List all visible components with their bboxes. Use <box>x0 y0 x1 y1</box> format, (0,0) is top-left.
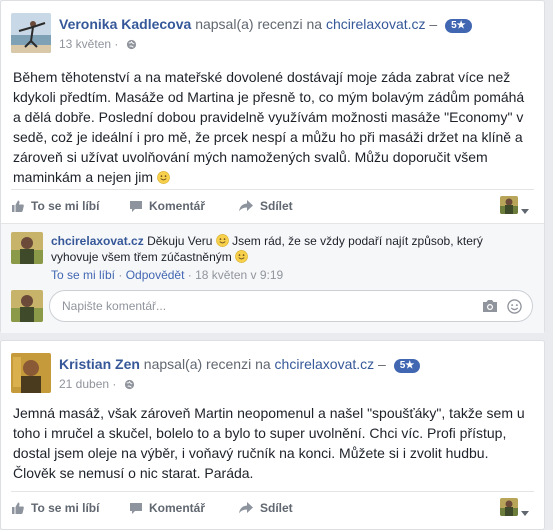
viewer-avatar[interactable] <box>500 498 518 516</box>
rating-badge: 5★ <box>393 359 421 373</box>
like-button[interactable]: To se mi líbí <box>11 492 99 524</box>
speech-bubble-icon <box>130 503 142 514</box>
thumbs-up-icon <box>12 502 24 514</box>
action-bar: To se mi líbí Komentář Sdílet <box>11 491 534 528</box>
author-name[interactable]: Kristian Zen <box>59 356 140 372</box>
smiley-emoji-icon <box>235 250 248 263</box>
reply-meta: To se mi líbí · Odpovědět · 18 květen v … <box>51 268 284 282</box>
share-arrow-icon <box>239 502 253 514</box>
smiley-icon[interactable] <box>507 299 522 319</box>
reply-like-link[interactable]: To se mi líbí <box>51 268 115 282</box>
commenter-avatar[interactable] <box>11 232 43 264</box>
action-text: napsal(a) recenzi na <box>195 16 323 32</box>
avatar[interactable] <box>11 13 51 53</box>
review-card-1: Veronika Kadlecova napsal(a) recenzi na … <box>0 0 545 333</box>
post-date[interactable]: 13 květen <box>59 37 111 51</box>
separator: – <box>429 16 438 32</box>
comment-button[interactable]: Komentář <box>129 190 205 222</box>
camera-icon[interactable] <box>482 299 498 318</box>
share-button[interactable]: Sdílet <box>238 492 293 524</box>
smiley-emoji-icon <box>215 234 229 247</box>
share-arrow-icon <box>239 200 253 212</box>
smiley-emoji-icon <box>157 169 170 184</box>
reply-time[interactable]: 18 květen v 9:19 <box>195 268 283 282</box>
action-text: napsal(a) recenzi na <box>143 356 271 372</box>
reply-author[interactable]: chcirelaxovat.cz <box>51 234 144 248</box>
reply-comment: chcirelaxovat.cz Děkuju Veru Jsem rád, ž… <box>51 233 491 265</box>
reply-text-1: Děkuju Veru <box>147 234 213 248</box>
viewer-avatar[interactable] <box>11 290 43 322</box>
review-text: Jemná masáž, však zároveň Martin neopome… <box>13 405 525 481</box>
comment-compose <box>49 290 533 322</box>
avatar[interactable] <box>11 353 51 393</box>
post-date[interactable]: 21 duben <box>59 377 109 391</box>
site-link[interactable]: chcirelaxovat.cz <box>275 356 375 372</box>
viewer-avatar[interactable] <box>500 196 518 214</box>
action-bar: To se mi líbí Komentář Sdílet <box>11 189 534 226</box>
separator: – <box>378 356 386 372</box>
like-button[interactable]: To se mi líbí <box>11 190 99 222</box>
dot-separator: · <box>114 37 119 51</box>
author-name[interactable]: Veronika Kadlecova <box>59 16 191 32</box>
thumbs-up-icon <box>12 200 24 212</box>
globe-icon <box>124 379 135 393</box>
chevron-down-icon[interactable] <box>521 504 529 522</box>
comments-section: chcirelaxovat.cz Děkuju Veru Jsem rád, ž… <box>1 223 544 333</box>
review-card-2: Kristian Zen napsal(a) recenzi na chcire… <box>0 340 545 530</box>
share-button[interactable]: Sdílet <box>238 190 293 222</box>
site-link[interactable]: chcirelaxovat.cz <box>326 16 426 32</box>
dot-separator: · <box>112 377 117 391</box>
speech-bubble-icon <box>130 201 142 212</box>
comment-button[interactable]: Komentář <box>129 492 205 524</box>
comment-input[interactable] <box>60 298 464 314</box>
rating-badge: 5★ <box>445 19 472 33</box>
reply-reply-link[interactable]: Odpovědět <box>126 268 185 282</box>
review-text: Během těhotenství a na mateřské dovolené… <box>13 69 525 185</box>
chevron-down-icon[interactable] <box>521 202 529 220</box>
globe-icon <box>126 39 137 53</box>
